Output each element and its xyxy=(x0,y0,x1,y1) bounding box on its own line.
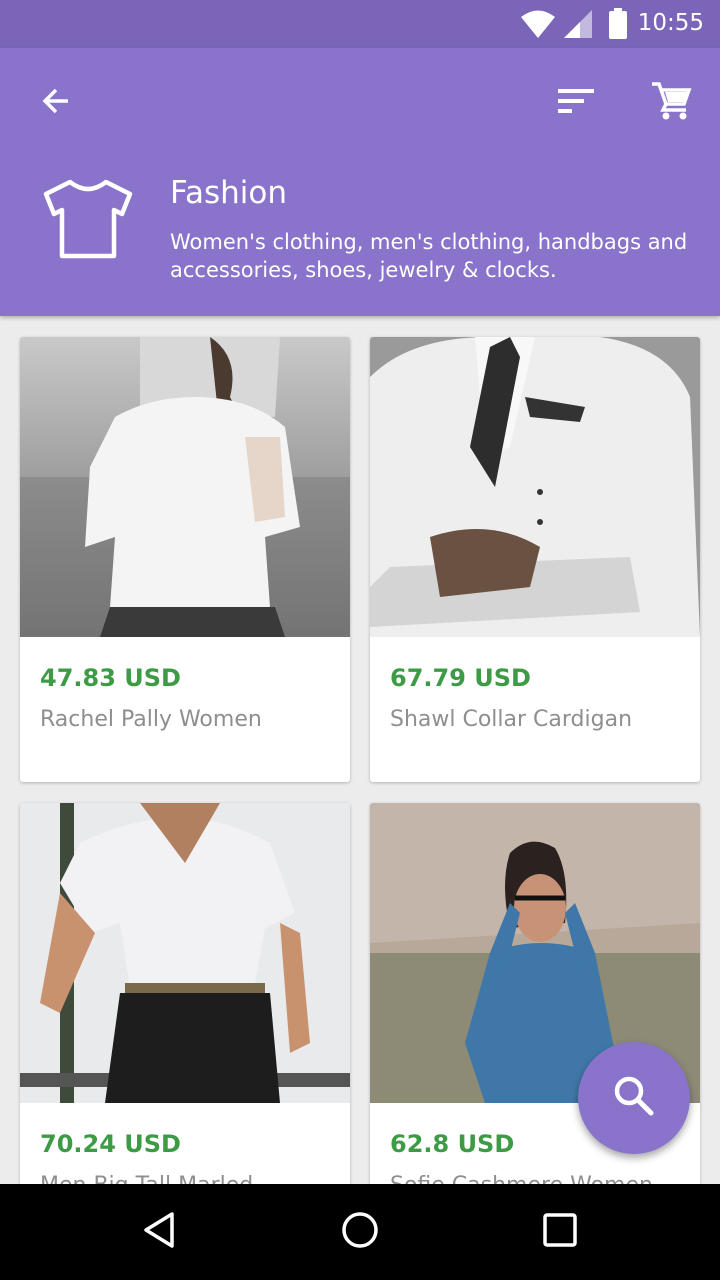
sort-button[interactable] xyxy=(548,75,604,131)
product-price: 62.8 USD xyxy=(390,1130,515,1158)
battery-icon xyxy=(608,8,630,44)
category-header: Fashion Women's clothing, men's clothing… xyxy=(0,48,720,316)
cell-signal-icon xyxy=(562,8,594,44)
product-image xyxy=(20,337,350,637)
category-description: Women's clothing, men's clothing, handba… xyxy=(170,230,688,282)
product-price: 47.83 USD xyxy=(40,664,181,692)
nav-home-button[interactable] xyxy=(332,1204,388,1260)
back-triangle-icon xyxy=(140,1210,180,1254)
back-arrow-icon xyxy=(38,83,74,123)
product-card[interactable]: 47.83 USD Rachel Pally Women xyxy=(20,337,350,782)
wifi-icon xyxy=(520,8,556,44)
product-name: Rachel Pally Women xyxy=(40,707,262,732)
product-price: 67.79 USD xyxy=(390,664,531,692)
nav-recents-button[interactable] xyxy=(532,1204,588,1260)
nav-back-button[interactable] xyxy=(132,1204,188,1260)
product-card[interactable]: 70.24 USD Men Big Tall Marled xyxy=(20,803,350,1184)
recents-square-icon xyxy=(540,1210,580,1254)
product-image xyxy=(20,803,350,1103)
product-price: 70.24 USD xyxy=(40,1130,181,1158)
status-bar: 10:55 xyxy=(0,0,720,48)
tshirt-icon xyxy=(40,178,136,264)
search-icon xyxy=(612,1074,656,1122)
product-image xyxy=(370,337,700,637)
product-name: Men Big Tall Marled xyxy=(40,1173,253,1184)
navigation-bar xyxy=(0,1184,720,1280)
home-circle-icon xyxy=(340,1210,380,1254)
product-card[interactable]: 67.79 USD Shawl Collar Cardigan xyxy=(370,337,700,782)
status-time: 10:55 xyxy=(637,10,704,36)
cart-button[interactable] xyxy=(643,75,699,131)
back-button[interactable] xyxy=(28,75,84,131)
cart-icon xyxy=(650,80,692,126)
product-name: Shawl Collar Cardigan xyxy=(390,707,633,732)
sort-icon xyxy=(556,86,596,120)
category-title: Fashion xyxy=(170,175,288,211)
product-name: Sofie Cashmere Women xyxy=(390,1173,653,1184)
search-fab[interactable] xyxy=(578,1042,690,1154)
